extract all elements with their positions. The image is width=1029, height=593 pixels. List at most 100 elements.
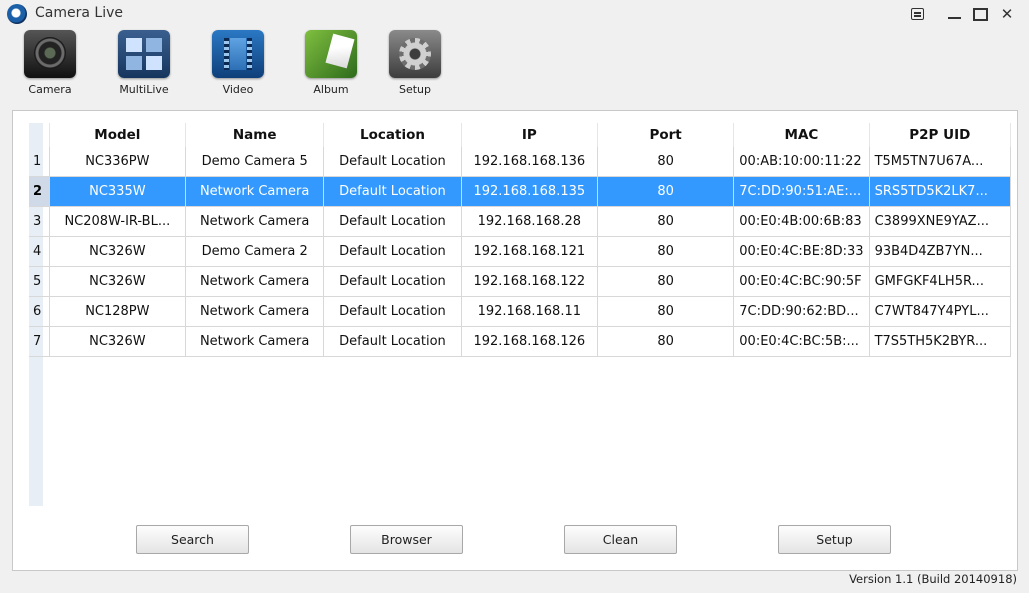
cell-name: Network Camera	[185, 206, 325, 237]
column-header-mac[interactable]: MAC	[733, 123, 870, 147]
setup-icon	[389, 30, 441, 78]
search-button[interactable]: Search	[136, 525, 249, 554]
cell-mac: 00:E0:4C:BC:5B:...	[733, 326, 870, 357]
cell-port: 80	[597, 296, 735, 327]
cell-ip: 192.168.168.28	[461, 206, 598, 237]
cell-name: Demo Camera 2	[185, 236, 325, 267]
cell-port: 80	[597, 266, 735, 297]
camera-list-panel: Model Name Location IP Port MAC P2P UID …	[12, 110, 1018, 571]
cell-ip: 192.168.168.135	[461, 176, 598, 207]
cell-location: Default Location	[323, 296, 462, 327]
title-bar: Camera Live ✕	[0, 0, 1029, 28]
minimize-icon[interactable]	[944, 5, 964, 23]
browser-button[interactable]: Browser	[350, 525, 463, 554]
table-row-selected[interactable]: 2 NC335W Network Camera Default Location…	[29, 176, 1012, 207]
cell-name: Network Camera	[185, 326, 325, 357]
cell-port: 80	[597, 326, 735, 357]
row-number: 7	[29, 326, 50, 357]
cell-uid: T7S5TH5K2BYR...	[869, 326, 1012, 357]
cell-model: NC208W-IR-BL...	[49, 206, 187, 237]
toolbar-album-button[interactable]: Album	[291, 30, 371, 98]
close-icon[interactable]: ✕	[997, 5, 1017, 23]
column-header-model[interactable]: Model	[49, 123, 187, 147]
cell-model: NC336PW	[49, 147, 187, 177]
main-toolbar: Camera MultiLive Video Album Setup	[0, 30, 1029, 100]
multilive-icon	[118, 30, 170, 78]
maximize-icon[interactable]	[970, 5, 990, 23]
toolbar-video-label: Video	[222, 83, 254, 96]
toolbar-album-label: Album	[313, 83, 349, 96]
setup-button[interactable]: Setup	[778, 525, 891, 554]
cell-port: 80	[597, 236, 735, 267]
table-row[interactable]: 1 NC336PW Demo Camera 5 Default Location…	[29, 147, 1012, 177]
cell-uid: C3899XNE9YAZ...	[869, 206, 1012, 237]
camera-icon	[24, 30, 76, 78]
camera-live-window: Camera Live ✕ Camera MultiLive Video Alb…	[0, 0, 1029, 593]
cell-uid: T5M5TN7U67A...	[869, 147, 1012, 177]
cell-location: Default Location	[323, 147, 462, 177]
row-number: 6	[29, 296, 50, 327]
album-icon	[305, 30, 357, 78]
toolbar-setup-button[interactable]: Setup	[375, 30, 455, 98]
row-number: 2	[29, 176, 50, 207]
cell-location: Default Location	[323, 326, 462, 357]
camera-table-wrap: Model Name Location IP Port MAC P2P UID …	[29, 123, 1012, 357]
row-number: 5	[29, 266, 50, 297]
row-number: 3	[29, 206, 50, 237]
menu-icon[interactable]	[907, 5, 927, 23]
cell-port: 80	[597, 206, 735, 237]
camera-table: Model Name Location IP Port MAC P2P UID …	[29, 123, 1012, 357]
table-row[interactable]: 5 NC326W Network Camera Default Location…	[29, 266, 1012, 297]
cell-ip: 192.168.168.136	[461, 147, 598, 177]
clean-button[interactable]: Clean	[564, 525, 677, 554]
table-row[interactable]: 7 NC326W Network Camera Default Location…	[29, 326, 1012, 357]
cell-model: NC326W	[49, 236, 187, 267]
cell-model: NC128PW	[49, 296, 187, 327]
column-header-name[interactable]: Name	[185, 123, 325, 147]
cell-mac: 00:E0:4C:BC:90:5F	[733, 266, 870, 297]
toolbar-video-button[interactable]: Video	[198, 30, 278, 98]
table-row[interactable]: 6 NC128PW Network Camera Default Locatio…	[29, 296, 1012, 327]
column-header-index	[29, 123, 50, 147]
cell-name: Network Camera	[185, 266, 325, 297]
cell-ip: 192.168.168.122	[461, 266, 598, 297]
cell-uid: SRS5TD5K2LK7...	[869, 176, 1012, 207]
table-header-row: Model Name Location IP Port MAC P2P UID	[29, 123, 1012, 147]
table-row[interactable]: 4 NC326W Demo Camera 2 Default Location …	[29, 236, 1012, 267]
cell-mac: 00:E0:4C:BE:8D:33	[733, 236, 870, 267]
cell-mac: 00:AB:10:00:11:22	[733, 147, 870, 177]
cell-model: NC326W	[49, 266, 187, 297]
row-number: 4	[29, 236, 50, 267]
column-header-ip[interactable]: IP	[461, 123, 598, 147]
cell-location: Default Location	[323, 206, 462, 237]
version-label: Version 1.1 (Build 20140918)	[849, 572, 1017, 586]
table-row[interactable]: 3 NC208W-IR-BL... Network Camera Default…	[29, 206, 1012, 237]
cell-name: Demo Camera 5	[185, 147, 325, 177]
cell-uid: GMFGKF4LH5R...	[869, 266, 1012, 297]
toolbar-multilive-label: MultiLive	[119, 83, 169, 96]
cell-name: Network Camera	[185, 176, 325, 207]
row-number: 1	[29, 147, 50, 177]
cell-uid: 93B4D4ZB7YN...	[869, 236, 1012, 267]
cell-name: Network Camera	[185, 296, 325, 327]
column-header-location[interactable]: Location	[323, 123, 462, 147]
cell-mac: 7C:DD:90:51:AE:...	[733, 176, 870, 207]
cell-port: 80	[597, 176, 735, 207]
cell-ip: 192.168.168.121	[461, 236, 598, 267]
cell-location: Default Location	[323, 176, 462, 207]
cell-uid: C7WT847Y4PYL...	[869, 296, 1012, 327]
window-title: Camera Live	[35, 5, 123, 21]
video-icon	[212, 30, 264, 78]
column-header-p2p-uid[interactable]: P2P UID	[869, 123, 1012, 147]
toolbar-multilive-button[interactable]: MultiLive	[104, 30, 184, 98]
cell-mac: 00:E0:4B:00:6B:83	[733, 206, 870, 237]
cell-location: Default Location	[323, 236, 462, 267]
cell-ip: 192.168.168.126	[461, 326, 598, 357]
toolbar-camera-label: Camera	[28, 83, 72, 96]
cell-model: NC335W	[49, 176, 187, 207]
toolbar-camera-button[interactable]: Camera	[10, 30, 90, 98]
column-header-port[interactable]: Port	[597, 123, 735, 147]
cell-ip: 192.168.168.11	[461, 296, 598, 327]
toolbar-setup-label: Setup	[398, 83, 432, 96]
cell-location: Default Location	[323, 266, 462, 297]
